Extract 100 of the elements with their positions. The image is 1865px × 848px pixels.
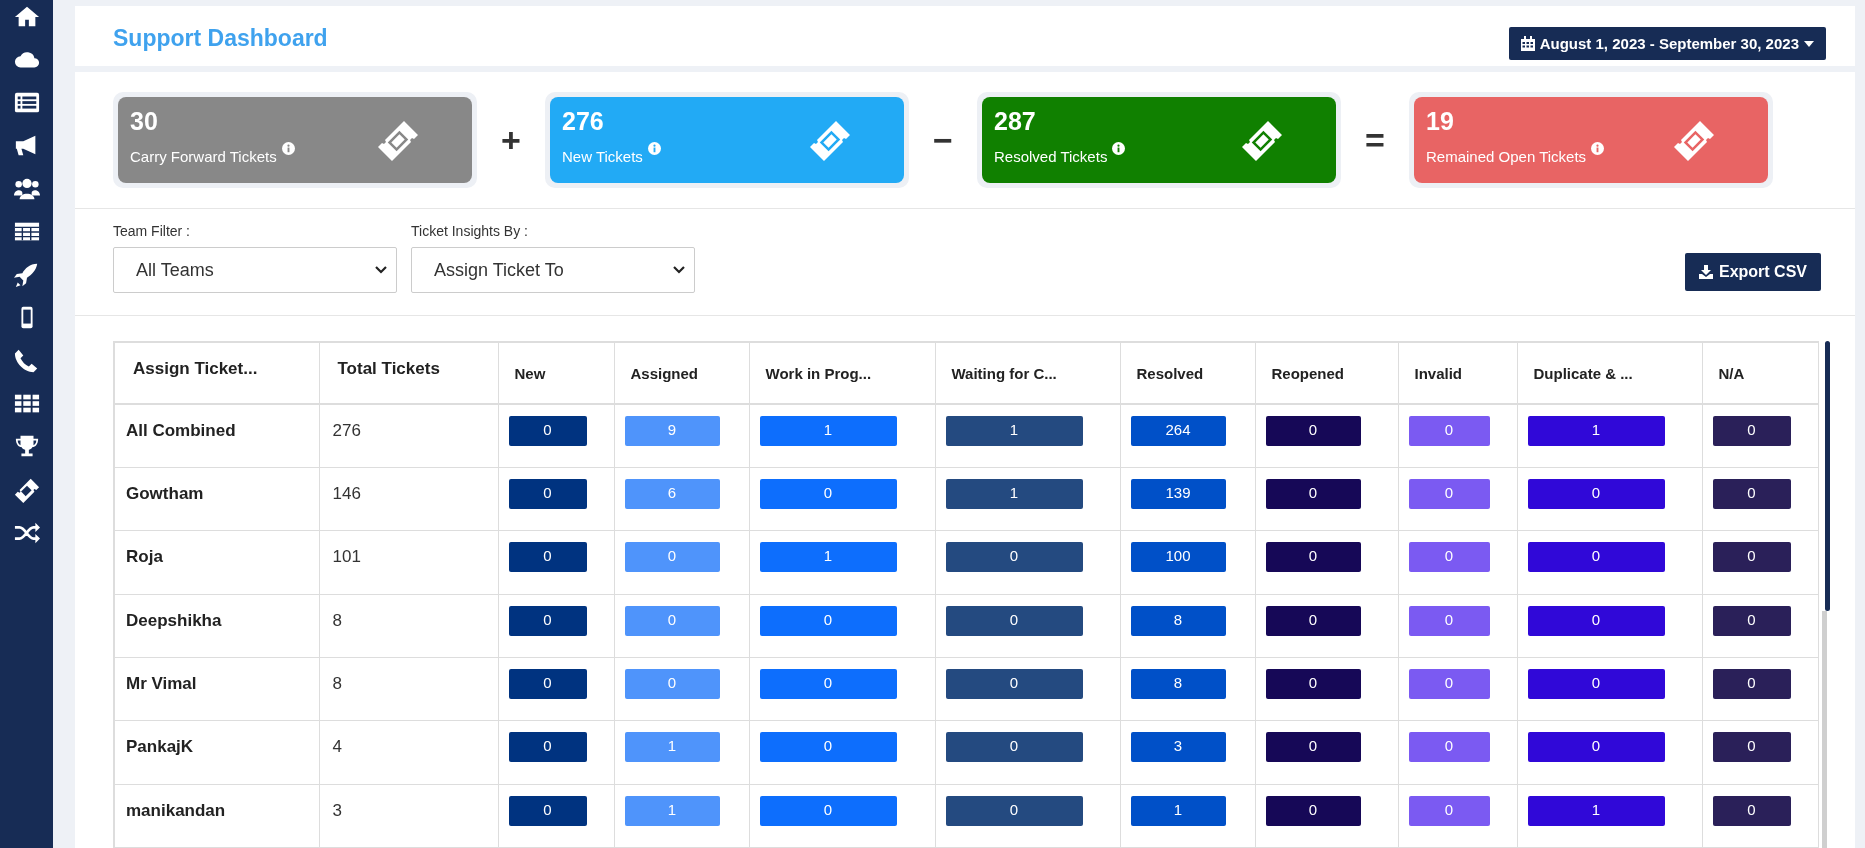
count-badge[interactable]: 0 xyxy=(1265,795,1361,826)
count-badge[interactable]: 1 xyxy=(945,479,1083,510)
count-badge[interactable]: 0 xyxy=(1408,795,1490,826)
ticket-count: 276 xyxy=(562,107,605,136)
dropdown[interactable]: Assign Ticket To xyxy=(411,247,695,293)
info-icon[interactable] xyxy=(647,142,661,155)
column-header[interactable]: Resolved xyxy=(1120,342,1255,405)
count-badge[interactable]: 0 xyxy=(759,669,897,700)
count-badge[interactable]: 0 xyxy=(1712,479,1791,510)
column-header[interactable]: Waiting for C... xyxy=(935,342,1120,405)
count-badge[interactable]: 0 xyxy=(1408,605,1490,636)
count-badge[interactable]: 0 xyxy=(759,605,897,636)
count-badge[interactable]: 1 xyxy=(1527,416,1665,447)
card-label: New Tickets xyxy=(562,148,643,165)
count-badge[interactable]: 0 xyxy=(945,605,1083,636)
total-count: 8 xyxy=(319,594,498,658)
operator-sign: + xyxy=(500,120,522,160)
count-badge[interactable]: 139 xyxy=(1130,479,1226,510)
download-icon xyxy=(1699,265,1713,279)
column-header[interactable]: Work in Prog... xyxy=(749,342,935,405)
count-badge[interactable]: 0 xyxy=(1527,669,1665,700)
count-badge[interactable]: 0 xyxy=(508,795,587,826)
count-badge[interactable]: 0 xyxy=(1712,542,1791,573)
count-badge[interactable]: 0 xyxy=(1265,605,1361,636)
card-label: Remained Open Tickets xyxy=(1426,148,1587,165)
page-title: Support Dashboard xyxy=(113,25,328,52)
count-badge[interactable]: 0 xyxy=(1408,416,1490,447)
count-badge[interactable]: 0 xyxy=(945,795,1083,826)
column-header[interactable]: N/A xyxy=(1702,342,1818,405)
info-icon[interactable] xyxy=(1591,142,1605,155)
count-badge[interactable]: 0 xyxy=(945,542,1083,573)
count-badge[interactable]: 8 xyxy=(1130,669,1226,700)
agent-name: All Combined xyxy=(114,404,319,468)
count-badge[interactable]: 100 xyxy=(1130,542,1226,573)
count-badge[interactable]: 0 xyxy=(1408,479,1490,510)
column-header[interactable]: Assigned xyxy=(614,342,749,405)
dropdown[interactable]: All Teams xyxy=(113,247,397,293)
info-icon[interactable] xyxy=(1112,142,1126,155)
total-count: 3 xyxy=(319,784,498,848)
agent-name: Gowtham xyxy=(114,467,319,531)
count-badge[interactable]: 0 xyxy=(1265,732,1361,763)
count-badge[interactable]: 0 xyxy=(1408,542,1490,573)
agent-name: Deepshikha xyxy=(114,594,319,658)
filter-label: Ticket Insights By : xyxy=(411,223,529,239)
count-badge[interactable]: 0 xyxy=(508,669,587,700)
total-count: 4 xyxy=(319,720,498,785)
count-badge[interactable]: 1 xyxy=(759,542,897,573)
count-badge[interactable]: 0 xyxy=(1527,479,1665,510)
count-badge[interactable]: 0 xyxy=(1408,669,1490,700)
count-badge[interactable]: 0 xyxy=(1265,542,1361,573)
count-badge[interactable]: 0 xyxy=(1712,732,1791,763)
count-badge[interactable]: 264 xyxy=(1130,416,1226,447)
operator-sign: − xyxy=(932,120,954,160)
count-badge[interactable]: 1 xyxy=(759,416,897,447)
users-icon[interactable] xyxy=(11,176,42,202)
agent-name: manikandan xyxy=(114,784,319,848)
column-header[interactable]: Total Tickets xyxy=(319,342,498,405)
chevron-icon xyxy=(374,265,388,275)
agent-name: PankajK xyxy=(114,720,319,785)
count-badge[interactable]: 0 xyxy=(759,732,897,763)
count-badge[interactable]: 0 xyxy=(1527,732,1665,763)
column-header[interactable]: Duplicate & ... xyxy=(1517,342,1702,405)
count-badge[interactable]: 1 xyxy=(1527,795,1665,826)
scrollbar[interactable] xyxy=(1821,341,1830,848)
column-header[interactable]: Invalid xyxy=(1398,342,1517,405)
total-count: 101 xyxy=(319,530,498,595)
count-badge[interactable]: 0 xyxy=(1527,542,1665,573)
info-icon[interactable] xyxy=(281,142,295,155)
count-badge[interactable]: 0 xyxy=(1712,795,1791,826)
count-badge[interactable]: 0 xyxy=(1265,479,1361,510)
count-badge[interactable]: 0 xyxy=(508,479,587,510)
count-badge[interactable]: 0 xyxy=(1265,669,1361,700)
export-button[interactable]: Export CSV xyxy=(1685,253,1821,291)
column-header[interactable]: New xyxy=(498,342,614,405)
count-badge[interactable]: 3 xyxy=(1130,732,1226,763)
count-badge[interactable]: 0 xyxy=(1527,605,1665,636)
date-range-button[interactable]: August 1, 2023 - September 30, 2023 xyxy=(1508,27,1826,60)
count-badge[interactable]: 1 xyxy=(1130,795,1226,826)
count-badge[interactable]: 0 xyxy=(508,542,587,573)
count-badge[interactable]: 0 xyxy=(1408,732,1490,763)
chevron-icon xyxy=(672,265,686,275)
count-badge[interactable]: 1 xyxy=(945,416,1083,447)
count-badge[interactable]: 0 xyxy=(1265,416,1361,447)
agent-name: Mr Vimal xyxy=(114,657,319,721)
count-badge[interactable]: 0 xyxy=(1712,605,1791,636)
count-badge[interactable]: 0 xyxy=(945,732,1083,763)
count-badge[interactable]: 0 xyxy=(508,605,587,636)
count-badge[interactable]: 0 xyxy=(1712,416,1791,447)
count-badge[interactable]: 0 xyxy=(945,669,1083,700)
count-badge[interactable]: 0 xyxy=(759,479,897,510)
column-header[interactable]: Reopened xyxy=(1255,342,1398,405)
count-badge[interactable]: 0 xyxy=(1712,669,1791,700)
card-label: Carry Forward Tickets xyxy=(130,148,277,165)
count-badge[interactable]: 0 xyxy=(759,795,897,826)
agent-name: Roja xyxy=(114,530,319,595)
column-header[interactable]: Assign Ticket... xyxy=(114,342,319,405)
count-badge[interactable]: 0 xyxy=(508,416,587,447)
operator-sign: = xyxy=(1364,120,1386,160)
count-badge[interactable]: 0 xyxy=(508,732,587,763)
count-badge[interactable]: 8 xyxy=(1130,605,1226,636)
